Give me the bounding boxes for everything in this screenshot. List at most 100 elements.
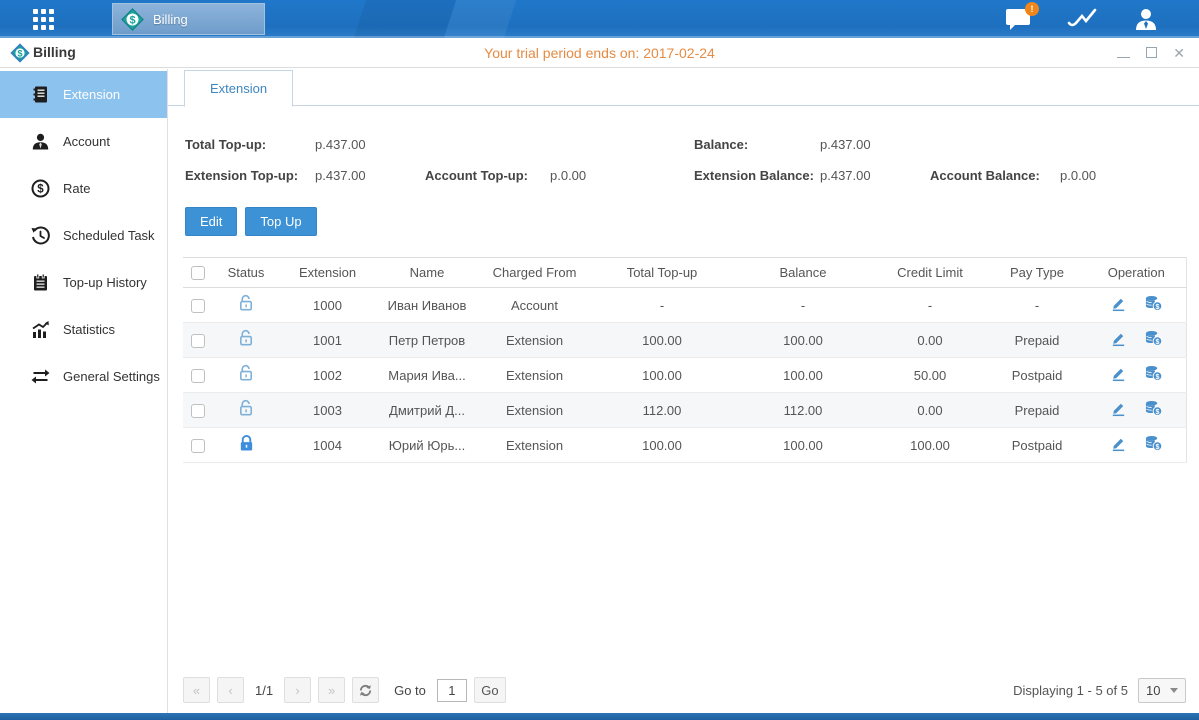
page-size-select[interactable]: 10	[1138, 678, 1186, 703]
sidebar-item-label: Extension	[63, 87, 120, 102]
row-checkbox[interactable]	[191, 299, 205, 313]
user-account-button[interactable]	[1131, 6, 1161, 32]
credit-limit: 50.00	[914, 368, 947, 383]
sidebar-item-scheduled-task[interactable]: Scheduled Task	[0, 212, 167, 259]
extension-number: 1003	[313, 403, 342, 418]
tab-extension[interactable]: Extension	[184, 70, 293, 107]
chat-button[interactable]: !	[1003, 6, 1033, 32]
credit-limit: 0.00	[917, 333, 942, 348]
extension-name: Юрий Юрь...	[389, 438, 465, 453]
trial-notice: Your trial period ends on: 2017-02-24	[0, 45, 1199, 61]
total-topup: 100.00	[642, 368, 682, 383]
balance: 100.00	[783, 438, 823, 453]
extension-topup-label: Extension Top-up:	[185, 168, 298, 183]
column-header-name[interactable]: Name	[376, 258, 478, 288]
total-topup-value: p.437.00	[315, 137, 366, 152]
topup-button[interactable]: Top Up	[245, 207, 316, 236]
go-button[interactable]: Go	[474, 677, 506, 703]
svg-text:$: $	[1155, 373, 1159, 381]
select-all-checkbox[interactable]	[191, 266, 205, 280]
balance-label: Balance:	[694, 137, 748, 152]
minimize-button[interactable]	[1117, 46, 1130, 60]
sidebar-item-label: General Settings	[63, 369, 160, 384]
edit-extension-button[interactable]	[1110, 330, 1127, 350]
row-checkbox[interactable]	[191, 369, 205, 383]
extension-name: Петр Петров	[389, 333, 465, 348]
column-header-extension[interactable]: Extension	[279, 258, 376, 288]
extension-name: Иван Иванов	[388, 298, 467, 313]
column-header-status[interactable]: Status	[213, 258, 279, 288]
notification-badge: !	[1025, 2, 1039, 16]
sidebar-item-rate[interactable]: $Rate	[0, 165, 167, 212]
row-checkbox[interactable]	[191, 439, 205, 453]
prev-page-button[interactable]: ‹	[217, 677, 244, 703]
svg-text:$: $	[1155, 303, 1159, 311]
window-titlebar: $ Billing Your trial period ends on: 201…	[0, 38, 1199, 68]
lock-closed-icon	[238, 441, 255, 456]
sidebar-item-general-settings[interactable]: General Settings	[0, 353, 167, 400]
edit-button[interactable]: Edit	[185, 207, 237, 236]
coins-topup-icon: $	[1144, 330, 1163, 350]
svg-text:$: $	[1155, 338, 1159, 346]
extension-topup-value: p.437.00	[315, 168, 366, 183]
topup-extension-button[interactable]: $	[1144, 365, 1163, 385]
charged-from: Extension	[506, 368, 563, 383]
sidebar-item-account[interactable]: Account	[0, 118, 167, 165]
edit-pencil-icon	[1110, 400, 1127, 420]
charged-from: Extension	[506, 438, 563, 453]
column-header-credit-limit[interactable]: Credit Limit	[873, 258, 987, 288]
topup-extension-button[interactable]: $	[1144, 295, 1163, 315]
row-checkbox[interactable]	[191, 404, 205, 418]
topup-extension-button[interactable]: $	[1144, 435, 1163, 455]
topup-extension-button[interactable]: $	[1144, 330, 1163, 350]
extension-number: 1000	[313, 298, 342, 313]
column-header-pay-type[interactable]: Pay Type	[987, 258, 1087, 288]
lock-open-icon	[238, 371, 255, 386]
extension-name: Дмитрий Д...	[389, 403, 465, 418]
table-row: 1004Юрий Юрь...Extension100.00100.00100.…	[183, 428, 1186, 463]
sidebar-item-label: Account	[63, 134, 110, 149]
sidebar-item-top-up-history[interactable]: Top-up History	[0, 259, 167, 306]
taskbar-tab-billing[interactable]: $ Billing	[112, 3, 265, 35]
coins-topup-icon: $	[1144, 435, 1163, 455]
total-topup: 112.00	[643, 403, 682, 418]
taskbar-texture	[444, 0, 516, 38]
column-header-operation[interactable]: Operation	[1087, 258, 1186, 288]
history-clock-icon	[31, 226, 50, 245]
app-grid-icon[interactable]	[33, 9, 71, 30]
statistics-monitor-button[interactable]	[1067, 6, 1097, 32]
taskbar-tab-label: Billing	[153, 12, 188, 27]
column-header-total-top-up[interactable]: Total Top-up	[591, 258, 733, 288]
close-button[interactable]: ✕	[1173, 46, 1185, 60]
charged-from: Extension	[506, 403, 563, 418]
extension-number: 1004	[313, 438, 342, 453]
extension-table: StatusExtensionNameCharged FromTotal Top…	[183, 257, 1187, 463]
topup-extension-button[interactable]: $	[1144, 400, 1163, 420]
maximize-button[interactable]	[1146, 46, 1157, 60]
sidebar-item-label: Top-up History	[63, 275, 147, 290]
extension-number: 1001	[313, 333, 342, 348]
table-row: 1000Иван ИвановAccount----$	[183, 288, 1186, 323]
edit-extension-button[interactable]	[1110, 365, 1127, 385]
main-panel: Extension Total Top-up: p.437.00 Balance…	[168, 69, 1199, 713]
next-page-button[interactable]: ›	[284, 677, 311, 703]
edit-extension-button[interactable]	[1110, 400, 1127, 420]
sidebar-item-extension[interactable]: Extension	[0, 71, 167, 118]
sidebar-item-statistics[interactable]: Statistics	[0, 306, 167, 353]
edit-extension-button[interactable]	[1110, 295, 1127, 315]
edit-pencil-icon	[1110, 435, 1127, 455]
edit-extension-button[interactable]	[1110, 435, 1127, 455]
edit-pencil-icon	[1110, 365, 1127, 385]
user-icon	[1133, 6, 1159, 32]
refresh-button[interactable]	[352, 677, 379, 703]
first-page-button[interactable]: «	[183, 677, 210, 703]
goto-page-input[interactable]	[437, 679, 467, 702]
line-chart-icon	[1067, 8, 1097, 30]
column-header-balance[interactable]: Balance	[733, 258, 873, 288]
extension-balance-label: Extension Balance:	[694, 168, 814, 183]
column-header-charged-from[interactable]: Charged From	[478, 258, 591, 288]
row-checkbox[interactable]	[191, 334, 205, 348]
last-page-button[interactable]: »	[318, 677, 345, 703]
extension-number: 1002	[313, 368, 342, 383]
pay-type: Postpaid	[1012, 438, 1063, 453]
